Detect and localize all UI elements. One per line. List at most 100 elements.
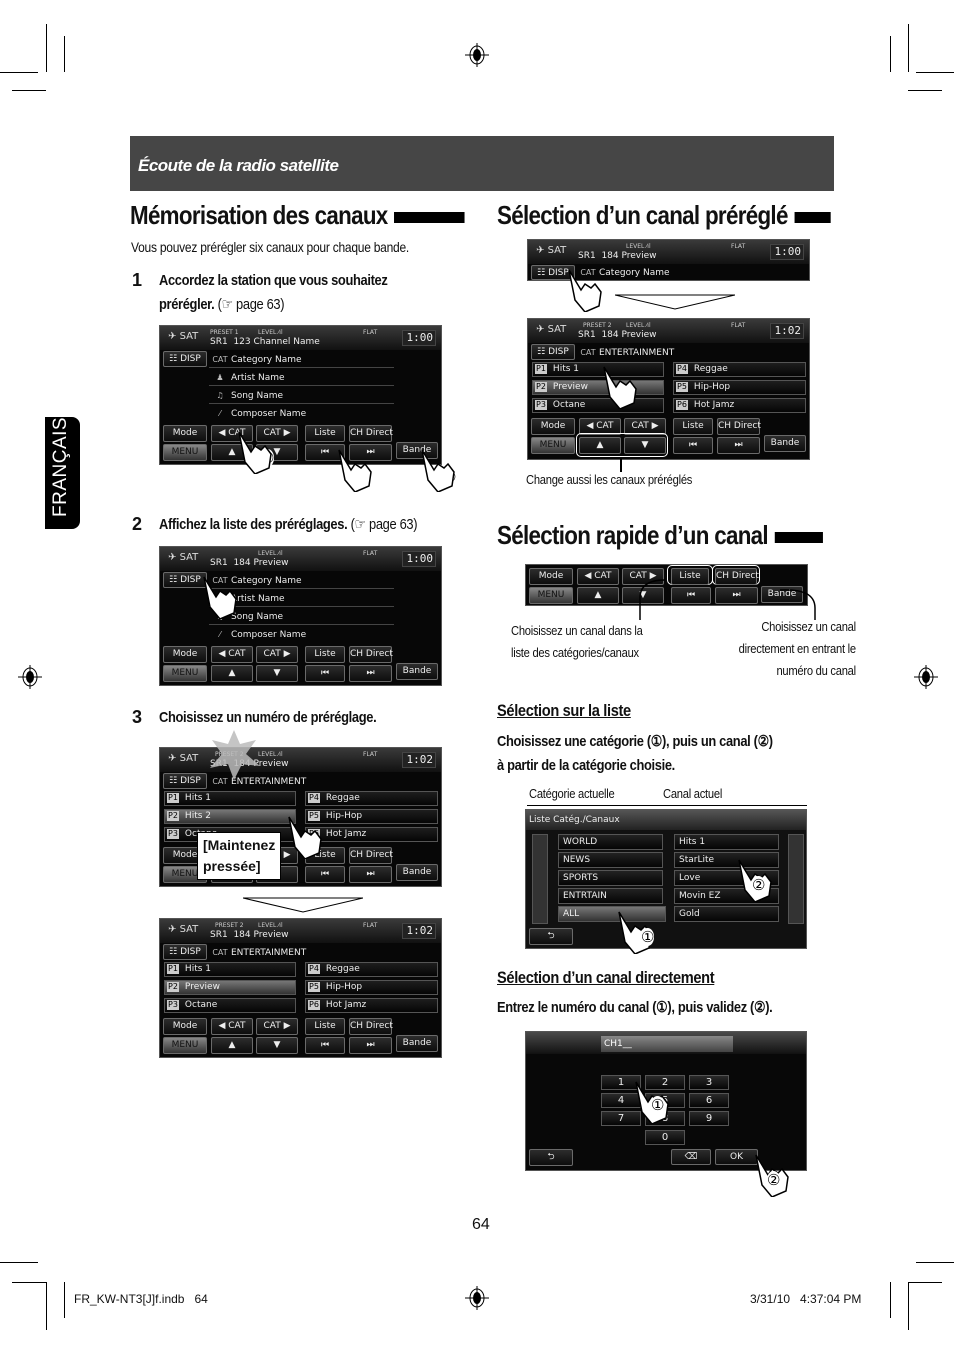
cat-prev-button[interactable]: ◀ CAT: [577, 568, 619, 585]
prev-button[interactable]: ⏮: [305, 866, 345, 883]
liste-button[interactable]: Liste: [305, 1018, 345, 1035]
preset-button-p5[interactable]: P5 Hip-Hop: [673, 380, 806, 395]
liste-button[interactable]: Liste: [305, 646, 345, 663]
category-item[interactable]: WORLD: [558, 834, 663, 850]
channel-item-current[interactable]: Hits 1: [674, 834, 779, 850]
crop-mark: [0, 1262, 38, 1263]
cat-next-button[interactable]: CAT ▶: [256, 646, 298, 663]
clock: 1:02: [402, 923, 436, 939]
next-button[interactable]: ⏭: [349, 866, 392, 883]
step-3-text: Choisissez un numéro de préréglage.: [159, 709, 377, 726]
mode-button[interactable]: Mode: [531, 418, 575, 435]
category-item[interactable]: ENTRTAIN: [558, 888, 663, 904]
down-button[interactable]: ▼: [624, 437, 666, 454]
mode-button[interactable]: Mode: [163, 1018, 207, 1035]
category-row: CAT ENTERTAINMENT: [580, 348, 675, 358]
menu-button[interactable]: MENU: [163, 1037, 207, 1054]
channel-item[interactable]: Gold: [674, 906, 779, 922]
backspace-button[interactable]: ⌫: [671, 1149, 711, 1165]
direct-button[interactable]: CH Direct: [349, 425, 393, 442]
preset-button-p2[interactable]: P2 Preview: [532, 380, 664, 395]
key-3[interactable]: 3: [689, 1075, 729, 1090]
down-button[interactable]: ▼: [256, 665, 298, 682]
menu-button[interactable]: MENU: [163, 444, 207, 461]
cat-prev-button[interactable]: ◀ CAT: [211, 646, 253, 663]
channel-line: SR1 123 Channel Name: [210, 337, 320, 347]
step-number: 2: [132, 514, 143, 534]
bande-button[interactable]: Bande: [396, 864, 438, 881]
category-item[interactable]: SPORTS: [558, 870, 663, 886]
disp-button[interactable]: ☷ DISP: [531, 344, 575, 360]
liste-button[interactable]: Liste: [305, 425, 345, 442]
up-button[interactable]: ▲: [211, 1037, 253, 1054]
disp-button[interactable]: ☷ DISP: [163, 773, 207, 789]
mode-button[interactable]: Mode: [529, 568, 573, 585]
cat-next-button[interactable]: CAT ▶: [256, 1018, 298, 1035]
page-reference-link[interactable]: (☞ page 63): [218, 296, 285, 313]
mode-button[interactable]: Mode: [163, 425, 207, 442]
up-button[interactable]: ▲: [211, 665, 253, 682]
bande-button[interactable]: Bande: [396, 663, 438, 680]
prev-button[interactable]: ⏮: [673, 437, 713, 454]
up-button[interactable]: ▲: [577, 587, 619, 604]
direct-button[interactable]: CH Direct: [717, 418, 761, 435]
key-9[interactable]: 9: [689, 1111, 729, 1126]
direct-button[interactable]: CH Direct: [349, 847, 393, 864]
page-reference-link[interactable]: (☞ page 63): [351, 516, 418, 533]
caption-liste: Choisissez un canal dans la liste des cat…: [511, 623, 643, 660]
disp-button[interactable]: ☷ DISP: [163, 351, 207, 367]
preset-button-p6[interactable]: P6Hot Jamz: [673, 398, 806, 413]
callout-2: ②: [767, 1171, 781, 1189]
key-6[interactable]: 6: [689, 1093, 729, 1108]
prev-button[interactable]: ⏮: [305, 1037, 345, 1054]
preset-button-p5[interactable]: P5 Hip-Hop: [305, 809, 438, 824]
crop-mark: [0, 72, 38, 73]
channel-number-input[interactable]: CH1__: [601, 1036, 733, 1052]
heading-memorisation: Mémorisation des canaux: [130, 200, 465, 231]
channel-line: SR1 184 Preview: [210, 558, 289, 568]
status-bar: [160, 919, 441, 943]
next-button[interactable]: ⏭: [717, 437, 760, 454]
prev-button[interactable]: ⏮: [305, 665, 345, 682]
channel-scrollbar[interactable]: [788, 834, 804, 924]
back-button[interactable]: ⮌: [529, 1149, 573, 1166]
mode-button[interactable]: Mode: [163, 646, 207, 663]
menu-button[interactable]: MENU: [531, 437, 575, 454]
preset-button-p2[interactable]: P2 Hits 2: [164, 809, 296, 824]
preset-button-p6[interactable]: P6Hot Jamz: [305, 827, 438, 842]
menu-button[interactable]: MENU: [163, 665, 207, 682]
disp-button[interactable]: ☷ DISP: [163, 944, 207, 960]
bande-button[interactable]: Bande: [396, 1035, 438, 1052]
next-button[interactable]: ⏭: [349, 665, 392, 682]
preset-button-p1[interactable]: P1 Hits 1: [532, 362, 664, 377]
down-button[interactable]: ▼: [256, 1037, 298, 1054]
callout-1: ①: [641, 928, 655, 946]
category-item[interactable]: NEWS: [558, 852, 663, 868]
menu-button[interactable]: MENU: [529, 587, 573, 604]
preset-button-p1[interactable]: P1 Hits 1: [164, 791, 296, 806]
label-current-category: Catégorie actuelle: [529, 786, 615, 801]
preset-button-p4[interactable]: P4 Reggae: [673, 362, 806, 377]
bande-button[interactable]: Bande: [764, 435, 806, 452]
preset-button-p6[interactable]: P6Hot Jamz: [305, 998, 438, 1013]
back-button[interactable]: ⮌: [529, 928, 573, 945]
label-current-channel: Canal actuel: [663, 786, 723, 801]
direct-button[interactable]: CH Direct: [349, 646, 393, 663]
category-scrollbar[interactable]: [532, 834, 548, 924]
liste-button[interactable]: Liste: [673, 418, 713, 435]
next-button[interactable]: ⏭: [349, 1037, 392, 1054]
cat-prev-button[interactable]: ◀ CAT: [211, 1018, 253, 1035]
preset-button-p5[interactable]: P5 Hip-Hop: [305, 980, 438, 995]
preset-button-p3[interactable]: P3Octane: [532, 398, 664, 413]
preset-button-p4[interactable]: P4 Reggae: [305, 962, 438, 977]
preset-button-p2[interactable]: P2 Preview: [164, 980, 296, 995]
sat-label: ✈ SAT: [168, 552, 199, 563]
up-button[interactable]: ▲: [579, 437, 621, 454]
preset-button-p3[interactable]: P3Octane: [164, 998, 296, 1013]
direct-button[interactable]: CH Direct: [349, 1018, 393, 1035]
preset-button-p1[interactable]: P1 Hits 1: [164, 962, 296, 977]
eq-indicator: FLAT: [363, 329, 378, 336]
preset-button-p4[interactable]: P4 Reggae: [305, 791, 438, 806]
key-0[interactable]: 0: [645, 1130, 685, 1145]
pointing-hand-icon: [288, 816, 322, 859]
